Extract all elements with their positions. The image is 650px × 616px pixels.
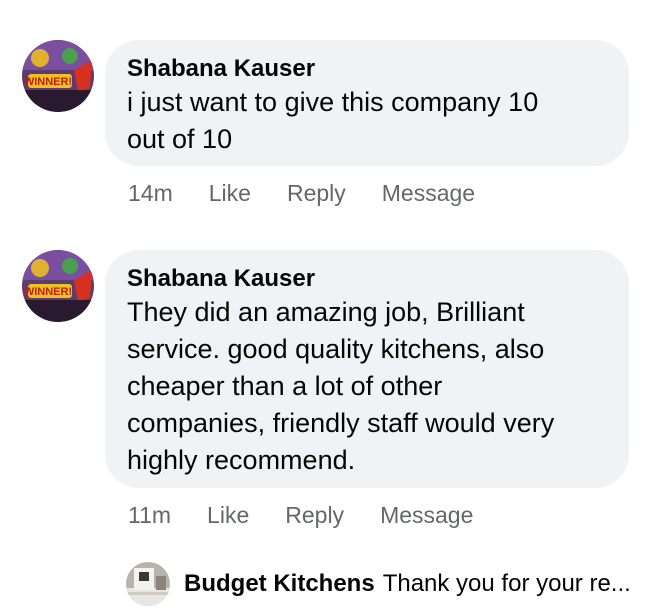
- reply-preview[interactable]: Budget Kitchens Thank you for your re...: [126, 560, 646, 608]
- avatar-badge-text: WINNER!: [24, 76, 72, 88]
- like-button[interactable]: Like: [209, 179, 251, 207]
- comment-timestamp[interactable]: 11m: [128, 501, 171, 529]
- comment-bubble[interactable]: Shabana Kauser i just want to give this …: [105, 40, 629, 166]
- reply-author[interactable]: Budget Kitchens: [184, 570, 375, 598]
- comment-bubble[interactable]: Shabana Kauser They did an amazing job, …: [105, 250, 629, 488]
- like-button[interactable]: Like: [207, 501, 249, 529]
- message-button[interactable]: Message: [382, 179, 475, 207]
- comment-text-line: They did an amazing job, Brilliant: [127, 297, 525, 327]
- reply-text: Thank you for your re...: [382, 570, 631, 597]
- comment-text-line: cheaper than a lot of other: [127, 371, 443, 401]
- comment-author[interactable]: Shabana Kauser: [127, 54, 607, 84]
- comment-text-line: service. good quality kitchens, also: [127, 334, 545, 364]
- comment-text-line: i just want to give this company 10: [127, 87, 539, 117]
- comment-timestamp[interactable]: 14m: [128, 179, 173, 207]
- comment-text-line: out of 10: [127, 124, 233, 154]
- comment-text-line: highly recommend.: [127, 445, 356, 475]
- profile-avatar-icon[interactable]: WINNER!: [22, 250, 94, 322]
- reply-button[interactable]: Reply: [287, 179, 346, 207]
- business-avatar-icon[interactable]: [126, 562, 170, 606]
- comment-author[interactable]: Shabana Kauser: [127, 264, 607, 294]
- message-button[interactable]: Message: [380, 501, 473, 529]
- comment-text-line: companies, friendly staff would very: [127, 408, 555, 438]
- comment-actions: 11m Like Reply Message: [128, 501, 509, 529]
- reply-button[interactable]: Reply: [285, 501, 344, 529]
- avatar-badge-text: WINNER!: [24, 286, 72, 298]
- profile-avatar-icon[interactable]: WINNER!: [22, 40, 94, 112]
- comment-actions: 14m Like Reply Message: [128, 179, 511, 207]
